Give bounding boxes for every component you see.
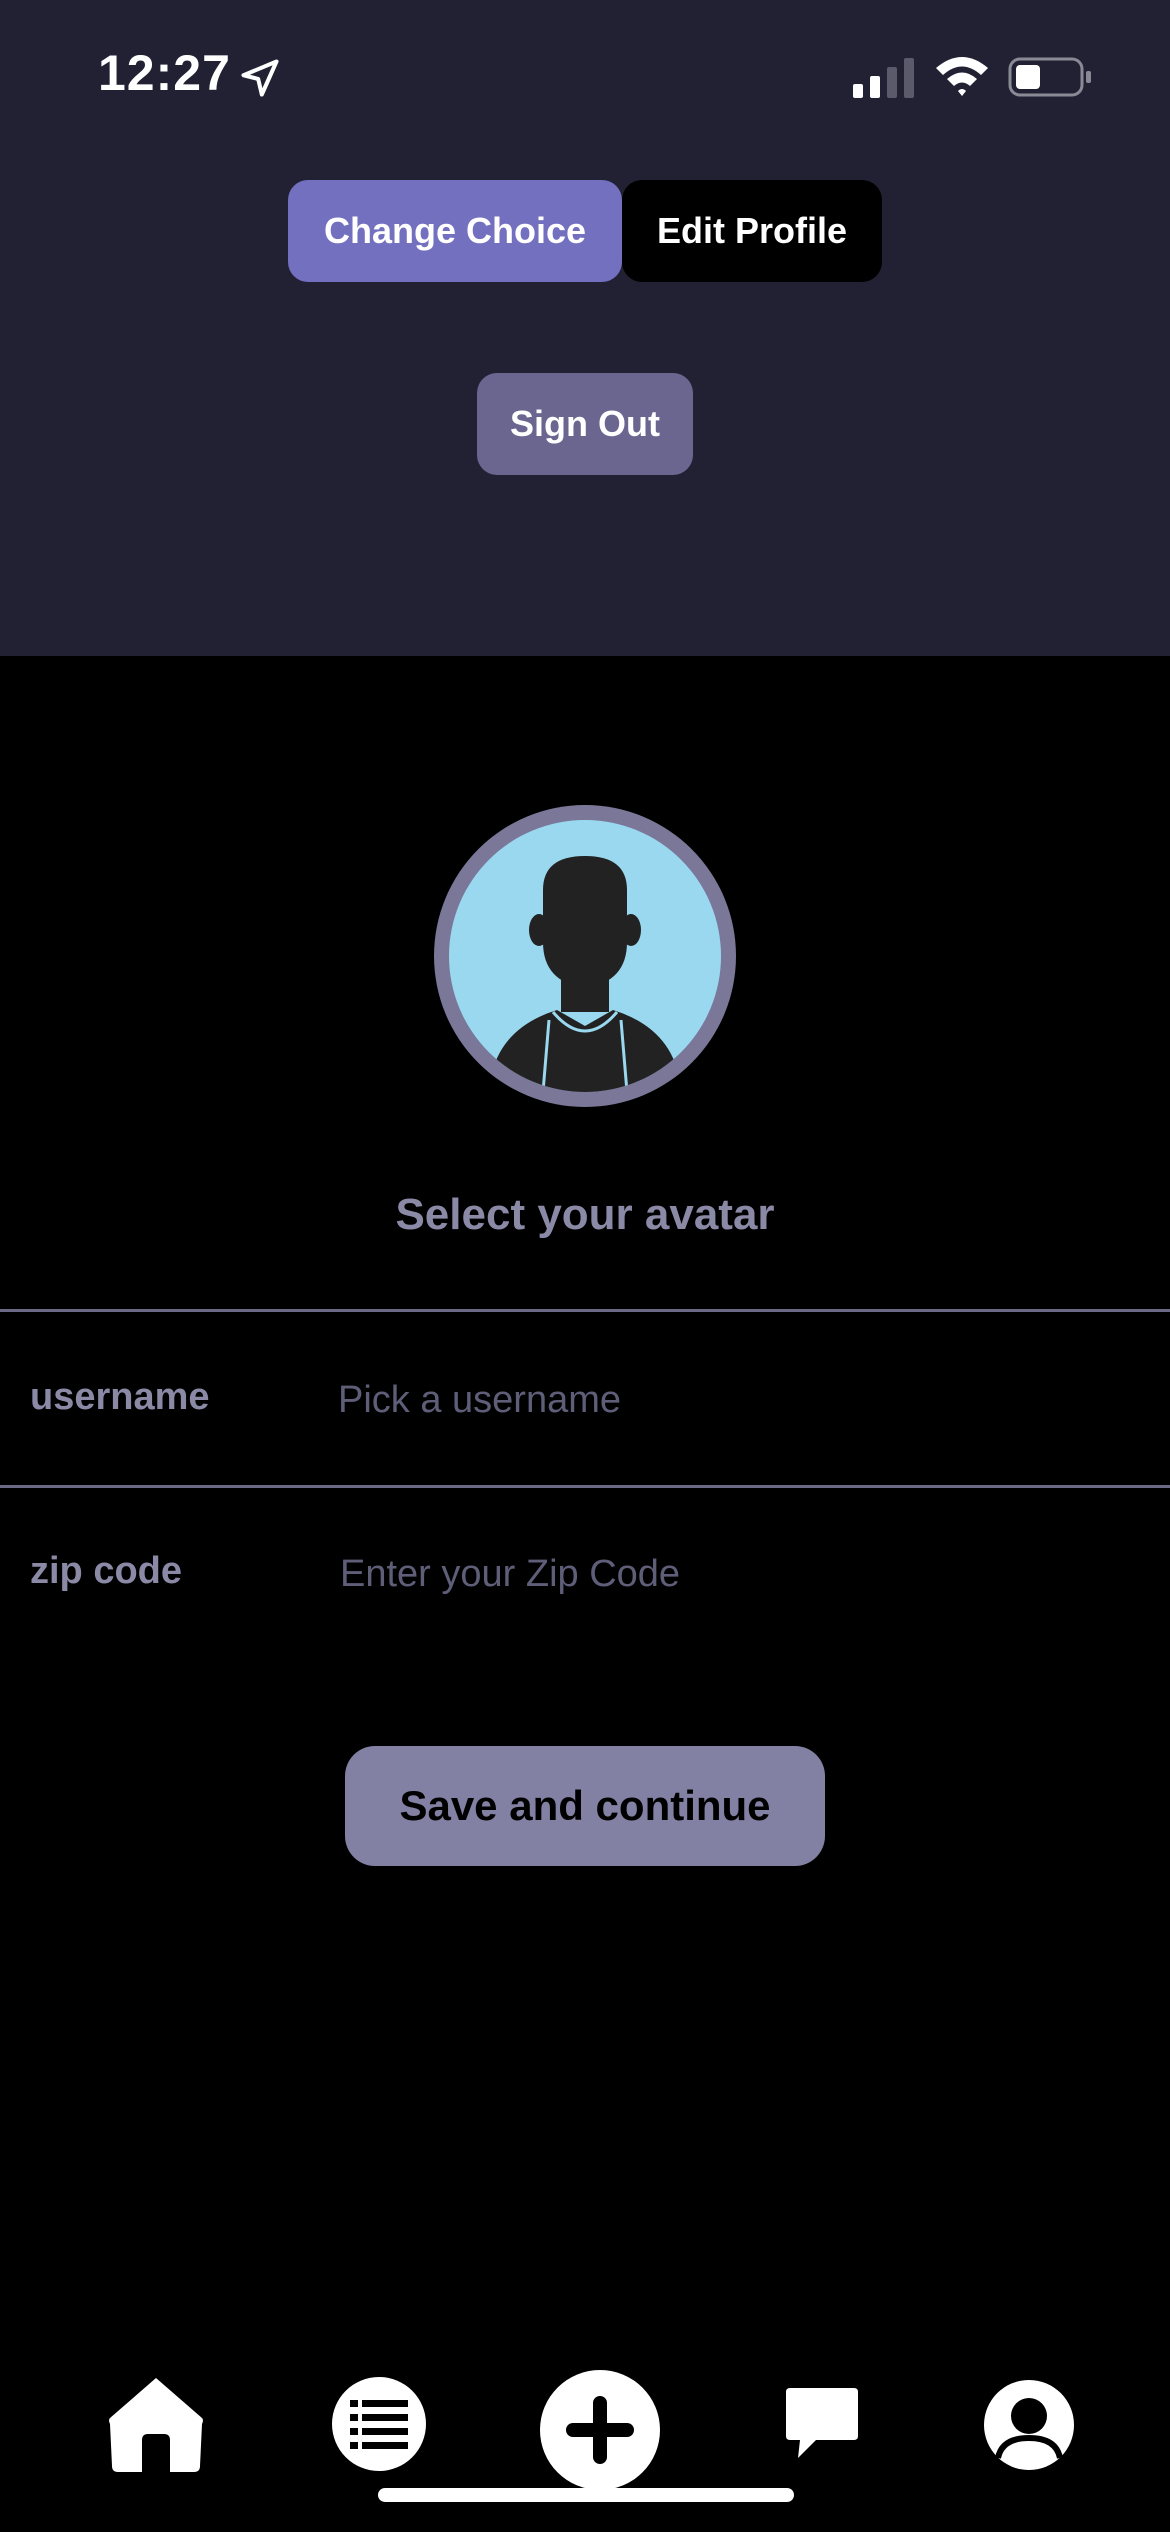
cellular-signal-icon [853,58,914,98]
divider [0,1485,1170,1488]
wifi-icon [936,57,988,96]
list-icon[interactable] [330,2374,428,2474]
sign-out-button[interactable]: Sign Out [477,373,693,475]
avatar-caption: Select your avatar [395,1190,775,1239]
zip-code-label: zip code [30,1550,183,1592]
profile-icon[interactable] [982,2378,1076,2472]
status-bar: 12:27 [0,0,1170,150]
username-label: username [30,1376,210,1418]
change-choice-button[interactable]: Change Choice [288,180,622,282]
battery-icon [1008,57,1091,97]
avatar-picker[interactable] [434,805,736,1107]
edit-profile-button[interactable]: Edit Profile [622,180,882,282]
tab-bar [0,2360,1170,2532]
location-arrow-icon [241,59,279,97]
zip-code-input[interactable] [340,1534,1120,1614]
chat-icon[interactable] [782,2386,862,2462]
username-input[interactable] [338,1360,1118,1440]
status-time: 12:27 [98,45,231,101]
divider [0,1309,1170,1312]
person-silhouette-icon [489,856,681,1092]
home-indicator [378,2488,794,2502]
add-icon[interactable] [538,2368,662,2492]
home-icon[interactable] [108,2374,204,2474]
save-and-continue-button[interactable]: Save and continue [345,1746,825,1866]
avatar-image [449,820,721,1092]
